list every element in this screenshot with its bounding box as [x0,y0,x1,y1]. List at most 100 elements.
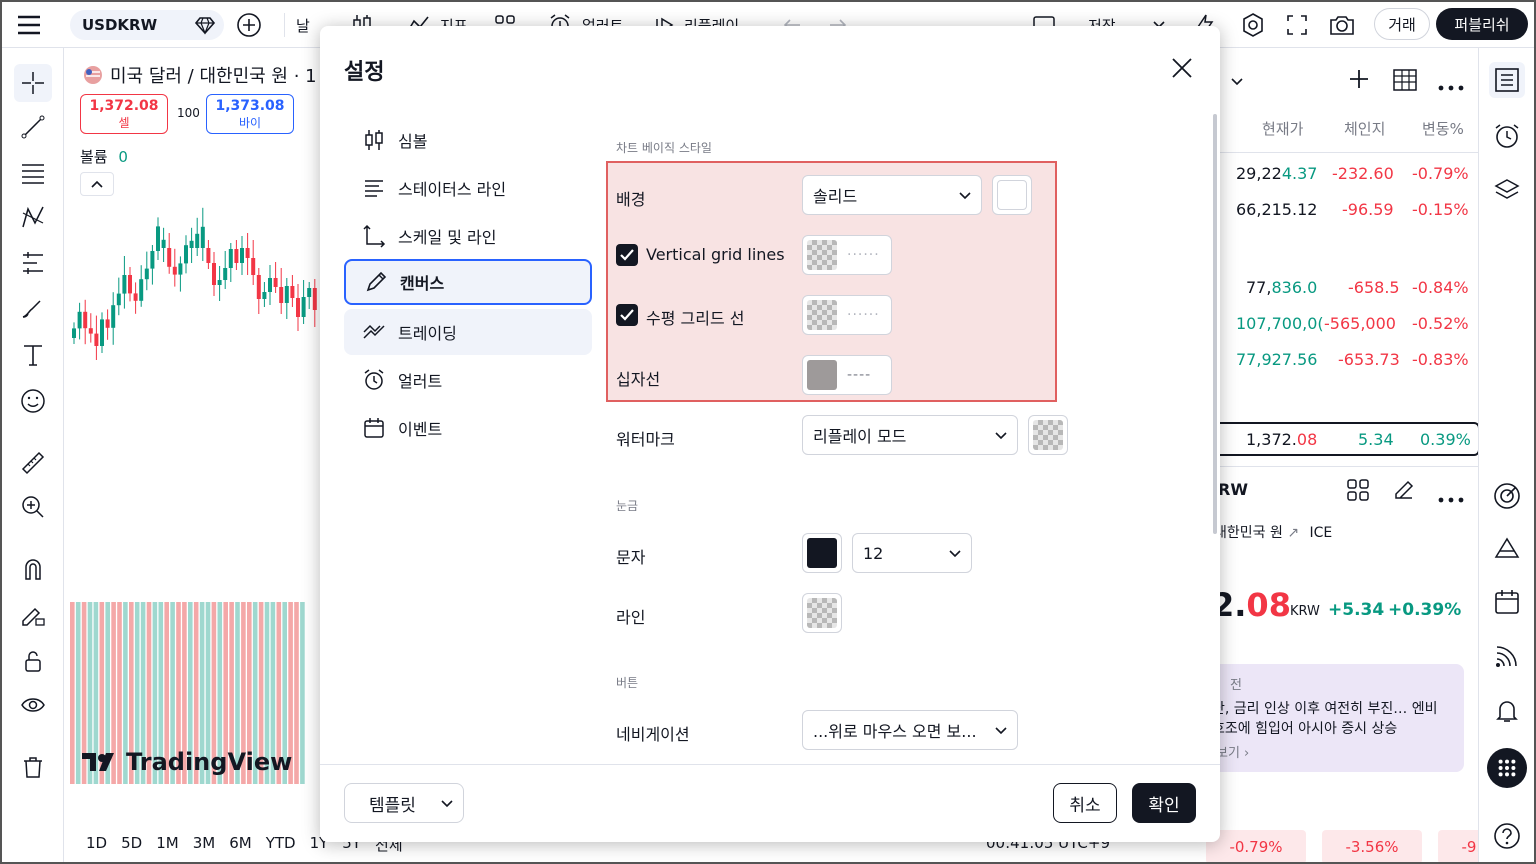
eye-icon[interactable] [14,686,52,724]
settings-gear-icon[interactable] [1240,10,1268,40]
more-icon[interactable] [1438,76,1464,95]
lock-pencil-icon[interactable] [14,596,52,634]
timeframe-button[interactable]: 5D [121,834,142,855]
vertical-grid-checkbox[interactable] [616,244,638,266]
nav-scales-lines[interactable]: 스케일 및 라인 [344,213,592,259]
table-row[interactable]: 107,700,0( [1236,314,1324,333]
symbol-search-button[interactable]: USDKRW [70,10,224,40]
diamond-icon [194,17,216,35]
vertical-grid-color-swatch[interactable]: ······ [802,235,892,275]
candle [161,227,166,262]
font-size-select[interactable]: 12 [852,533,972,573]
settings-dialog: 설정 심볼 스테이터스 라인 스케일 및 라인 캔버스 트레이딩 얼러트 이벤트… [320,26,1220,842]
table-row[interactable]: 66,215.12 [1236,200,1317,219]
calendar-icon[interactable] [1489,584,1525,620]
edit-icon[interactable] [1392,478,1416,506]
pattern-icon[interactable] [14,198,52,236]
right-toolbar [1478,48,1534,862]
apps-grid-icon[interactable] [1487,748,1527,788]
template-button[interactable]: 템플릿 [344,783,464,823]
crosshair-color-swatch[interactable]: ---- [802,355,892,395]
grid-icon[interactable] [1346,478,1370,506]
camera-icon[interactable] [1328,10,1358,40]
text-color-swatch[interactable] [802,533,842,573]
navigation-select[interactable]: ...위로 마우스 오면 보... [802,710,1018,750]
nav-canvas[interactable]: 캔버스 [344,259,592,305]
bell-icon[interactable] [1489,692,1525,728]
chevron-down-icon[interactable] [1230,72,1244,91]
alarm-clock-icon[interactable] [1489,118,1525,154]
interval-button[interactable]: 날 [296,10,310,40]
candle [83,299,88,345]
publish-button[interactable]: 퍼블리쉬 [1436,8,1528,40]
nav-events[interactable]: 이벤트 [344,405,592,451]
candle [100,312,104,353]
timeframe-button[interactable]: YTD [266,834,296,855]
layers-icon[interactable] [1489,172,1525,208]
forecast-icon[interactable] [14,244,52,282]
watermark-color-swatch[interactable] [1028,415,1068,455]
more-icon[interactable] [1438,488,1464,507]
cancel-label: 취소 [1069,795,1101,816]
nav-status-line[interactable]: 스테이터스 라인 [344,165,592,211]
zoom-in-icon[interactable] [14,488,52,526]
candle [256,268,261,314]
row-price-tail: 4.37 [1281,164,1318,183]
timeframe-button[interactable]: 1M [156,834,179,855]
nav-symbol[interactable]: 심볼 [344,117,592,163]
trade-button[interactable]: 거래 [1374,8,1430,40]
background-color-swatch[interactable] [992,175,1032,215]
watchlist-icon[interactable] [1489,62,1525,98]
emoji-icon[interactable] [14,382,52,420]
unlock-icon[interactable] [14,642,52,680]
target-icon[interactable] [1489,478,1525,514]
table-row[interactable]: 77,836.0 [1246,278,1317,297]
news-more-link[interactable]: 보기 › [1216,742,1249,761]
signal-icon[interactable] [1489,638,1525,674]
ok-button[interactable]: 확인 [1132,783,1196,823]
horizontal-grid-checkbox[interactable] [616,304,638,326]
ideas-icon[interactable] [1489,530,1525,566]
add-symbol-icon[interactable] [1348,68,1370,94]
table-row[interactable]: 29,224.37 [1236,164,1317,183]
cancel-button[interactable]: 취소 [1053,783,1117,823]
crosshair-label: 십자선 [616,370,661,389]
candle [312,279,317,327]
close-icon[interactable] [1166,52,1198,84]
crosshair-tool-icon[interactable] [14,64,52,102]
fib-lines-icon[interactable] [14,154,52,192]
section-chart-style: 차트 베이직 스타일 [616,141,712,155]
trash-icon[interactable] [14,748,52,786]
row-pct: -0.79% [1412,164,1469,183]
row-change: 5.34 [1358,430,1394,449]
color-preview [807,538,837,568]
timeframe-button[interactable]: 1D [86,834,107,855]
currency-label: KRW [1290,604,1320,619]
fullscreen-icon[interactable] [1286,10,1312,40]
text-tool-icon[interactable] [14,336,52,374]
ruler-icon[interactable] [14,444,52,482]
line-color-swatch[interactable] [802,593,842,633]
scrollbar[interactable] [1213,114,1217,534]
timeframe-button[interactable]: 3M [193,834,216,855]
nav-alerts[interactable]: 얼러트 [344,357,592,403]
compare-add-icon[interactable] [236,10,264,40]
brush-icon[interactable] [14,290,52,328]
news-card[interactable]: 전 난, 금리 인상 이후 여전히 부진… 엔비 호조에 힘입어 아시아 증시 … [1202,664,1464,772]
background-select[interactable]: 솔리드 [802,175,982,215]
timeframe-button[interactable]: 6M [229,834,252,855]
table-icon[interactable] [1392,68,1418,96]
help-icon[interactable] [1489,818,1525,854]
external-link-icon[interactable]: ↗ [1287,525,1299,541]
candle [150,245,155,285]
horizontal-grid-color-swatch[interactable]: ······ [802,295,892,335]
trend-line-icon[interactable] [14,108,52,146]
magnet-icon[interactable] [14,550,52,588]
menu-icon[interactable] [16,10,48,40]
watermark-select[interactable]: 리플레이 모드 [802,415,1018,455]
candle [240,236,244,275]
news-time: 전 [1230,678,1242,693]
nav-trading[interactable]: 트레이딩 [344,309,592,355]
table-row[interactable]: 77,927.56 [1236,350,1317,369]
candle [245,233,250,275]
